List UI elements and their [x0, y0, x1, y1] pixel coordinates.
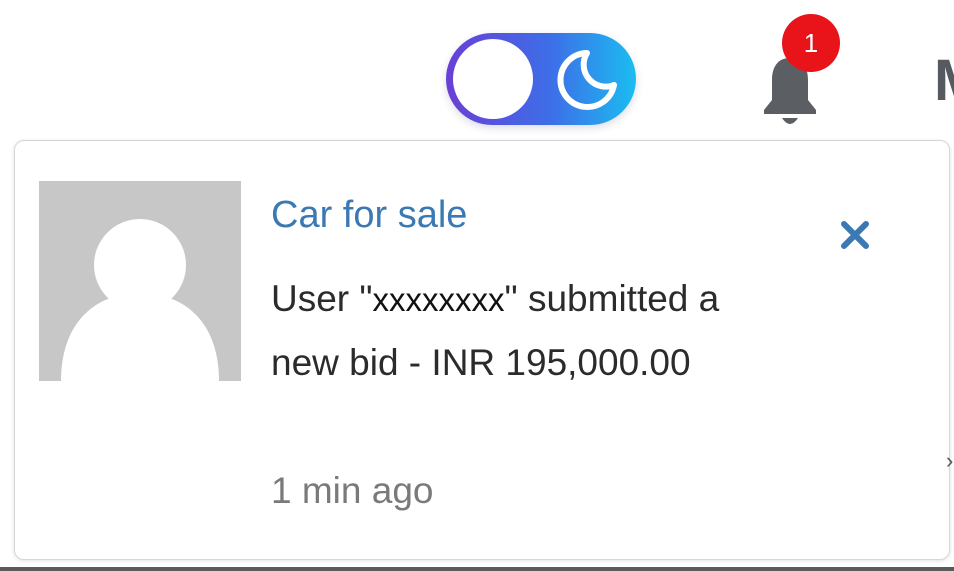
- notification-card: Car for sale User "xxxxxxxx" submitted a…: [14, 140, 950, 560]
- page: 1 M Car for sale User "xxxxxxxx" submitt…: [0, 0, 954, 571]
- edge-fragment: ›: [946, 448, 954, 473]
- notification-message: User "xxxxxxxx" submitted a new bid - IN…: [271, 267, 731, 394]
- toggle-knob[interactable]: [453, 39, 533, 119]
- bidder-username: xxxxxxxx: [372, 281, 505, 318]
- avatar: [39, 181, 241, 381]
- notification-count-badge: 1: [782, 14, 840, 72]
- notifications-button[interactable]: 1: [760, 14, 850, 124]
- moon-icon: [557, 50, 617, 110]
- bottom-divider: [0, 567, 954, 571]
- close-icon[interactable]: [833, 213, 877, 257]
- theme-toggle[interactable]: [446, 33, 636, 125]
- notification-title[interactable]: Car for sale: [271, 191, 467, 239]
- user-placeholder-icon: [61, 219, 219, 381]
- header-truncated-text: M: [934, 46, 954, 116]
- message-prefix: User ": [271, 278, 373, 319]
- notification-timestamp: 1 min ago: [271, 470, 434, 511]
